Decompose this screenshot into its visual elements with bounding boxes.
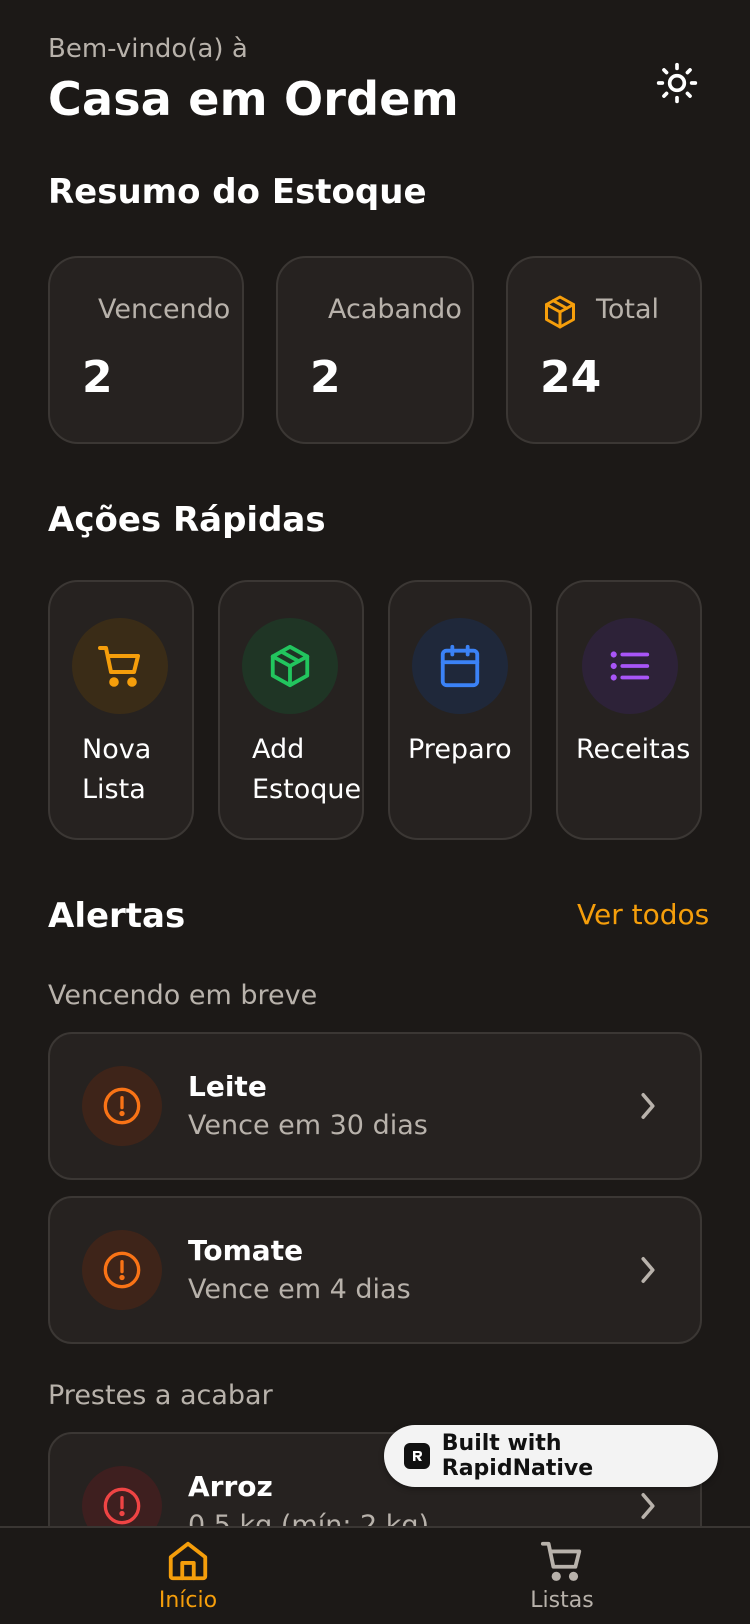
expiring-heading: Vencendo em breve xyxy=(48,980,318,1011)
alert-circle-icon xyxy=(103,1087,141,1125)
alert-icon-circle xyxy=(82,1230,162,1310)
nav-label: Início xyxy=(158,1588,218,1613)
nav-label: Listas xyxy=(530,1588,594,1613)
stat-label: Vencendo xyxy=(98,294,231,325)
action-icon-circle xyxy=(242,618,338,714)
stat-card-expiring[interactable]: Vencendo 2 xyxy=(48,256,244,444)
action-label: Preparo xyxy=(408,734,512,765)
stat-card-total[interactable]: Total 24 xyxy=(506,256,702,444)
welcome-text: Bem-vindo(a) à xyxy=(48,34,248,64)
stat-value: 2 xyxy=(82,352,113,403)
action-recipes-button[interactable]: Receitas xyxy=(556,580,702,840)
action-new-list-button[interactable]: Nova Lista xyxy=(48,580,194,840)
cart-icon xyxy=(98,646,140,687)
built-with-badge[interactable]: Built with RapidNative xyxy=(384,1425,718,1487)
bottom-nav: Início Listas xyxy=(0,1526,750,1624)
alerts-title: Alertas xyxy=(48,896,186,936)
stat-label: Acabando xyxy=(328,294,462,325)
built-with-text: Built with RapidNative xyxy=(441,1431,594,1481)
action-label: Receitas xyxy=(576,734,691,765)
nav-tab-listas[interactable]: Listas xyxy=(462,1538,662,1613)
action-add-stock-button[interactable]: Add Estoque xyxy=(218,580,364,840)
alert-circle-icon xyxy=(103,1487,141,1525)
alert-item-tomate[interactable]: Tomate Vence em 4 dias xyxy=(48,1196,702,1344)
chevron-right-icon xyxy=(641,1257,655,1283)
alert-item-detail: Vence em 4 dias xyxy=(188,1274,411,1305)
home-icon xyxy=(168,1541,208,1581)
theme-toggle-button[interactable] xyxy=(652,58,702,108)
alert-item-leite[interactable]: Leite Vence em 30 dias xyxy=(48,1032,702,1180)
nav-tab-inicio[interactable]: Início xyxy=(88,1538,288,1613)
low-stock-heading: Prestes a acabar xyxy=(48,1380,273,1411)
alert-item-name: Tomate xyxy=(188,1234,304,1267)
sun-icon xyxy=(656,62,698,104)
alert-item-name: Arroz xyxy=(188,1470,273,1503)
rapidnative-logo-icon xyxy=(404,1443,430,1469)
stat-value: 2 xyxy=(310,352,341,403)
alert-icon-circle xyxy=(82,1066,162,1146)
box-icon xyxy=(270,644,310,688)
action-icon-circle xyxy=(72,618,168,714)
stat-value: 24 xyxy=(540,352,602,403)
see-all-link[interactable]: Ver todos xyxy=(577,898,709,931)
alert-item-detail: Vence em 30 dias xyxy=(188,1110,428,1141)
chevron-right-icon xyxy=(641,1093,655,1119)
alert-item-name: Leite xyxy=(188,1070,267,1103)
quick-actions-title: Ações Rápidas xyxy=(48,500,326,540)
alert-circle-icon xyxy=(103,1251,141,1289)
calendar-icon xyxy=(440,644,480,688)
summary-title: Resumo do Estoque xyxy=(48,172,427,212)
action-prep-button[interactable]: Preparo xyxy=(388,580,532,840)
action-icon-circle xyxy=(412,618,508,714)
app-title: Casa em Ordem xyxy=(48,72,459,126)
list-icon xyxy=(610,651,650,681)
cart-icon xyxy=(540,1541,582,1581)
box-icon xyxy=(545,295,575,329)
action-icon-circle xyxy=(582,618,678,714)
stat-card-low[interactable]: Acabando 2 xyxy=(276,256,474,444)
chevron-right-icon xyxy=(641,1493,655,1519)
stat-label: Total xyxy=(596,294,660,325)
